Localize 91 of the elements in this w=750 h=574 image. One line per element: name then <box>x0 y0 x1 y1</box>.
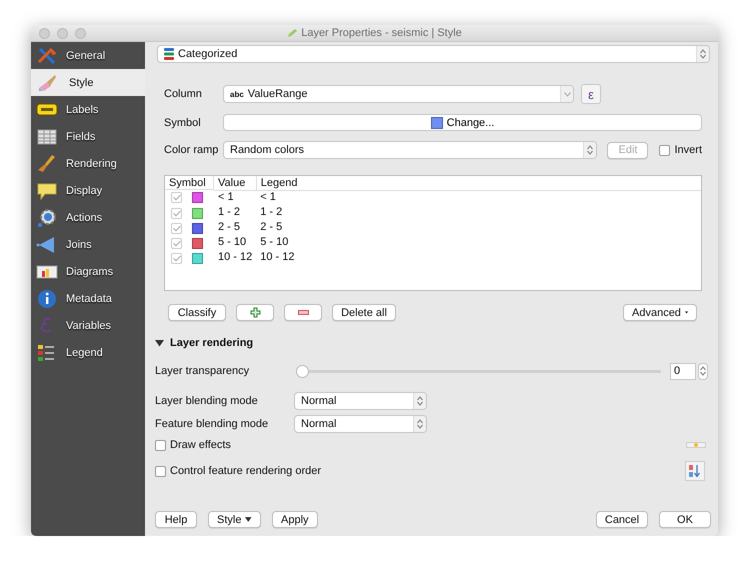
stepper-icon <box>699 48 707 60</box>
table-cell-text: 5 - 10 <box>217 236 248 250</box>
table-cell-text: 10 - 12 <box>259 250 296 264</box>
caret-icon <box>245 517 252 522</box>
expression-button[interactable]: ε <box>581 84 601 104</box>
column-header[interactable]: Value <box>214 176 256 190</box>
field-label: Layer blending mode <box>155 395 259 407</box>
checkbox-label: Invert <box>674 144 702 156</box>
table-cell-text: 5 - 10 <box>259 236 290 250</box>
symbol-change-button[interactable]: Change... <box>223 114 702 131</box>
dialog-button[interactable]: OK <box>659 511 711 528</box>
field-label: Symbol <box>164 116 202 128</box>
section-header[interactable]: Layer rendering <box>155 335 708 350</box>
field-label: Layer transparency <box>155 365 250 377</box>
chevron-down-icon <box>564 92 570 96</box>
blending-mode-dropdown[interactable]: Normal <box>294 415 427 433</box>
table-cell-text: 2 - 5 <box>217 220 242 234</box>
column-header[interactable]: Symbol <box>165 176 214 190</box>
slider-thumb[interactable] <box>296 364 309 378</box>
table-cell-text: 2 - 5 <box>259 220 284 234</box>
stepper-icon <box>586 144 594 156</box>
triangle-down-icon <box>155 338 164 346</box>
checkbox[interactable] <box>659 144 670 156</box>
table-cell-text: 10 - 12 <box>217 250 254 264</box>
stacked-layers-icon <box>164 48 174 60</box>
sidebar-item[interactable]: Display <box>31 177 145 204</box>
sidebar-item[interactable]: Labels <box>31 96 145 123</box>
sort-icon <box>689 465 701 477</box>
paintbrush-icon <box>36 72 58 93</box>
column-header[interactable]: Legend <box>256 176 701 190</box>
classify-button[interactable]: Classify <box>168 304 226 321</box>
stepper-icon <box>416 418 424 430</box>
checkbox[interactable] <box>155 466 166 476</box>
renderer-dropdown[interactable]: Categorized <box>157 45 710 63</box>
sidebar-item[interactable]: Metadata <box>31 285 145 312</box>
effects-button[interactable] <box>686 442 706 448</box>
checkbox[interactable] <box>155 440 166 450</box>
checkbox-label: Control feature rendering order <box>170 465 322 477</box>
sidebar-item[interactable]: Diagrams <box>31 258 145 285</box>
stepper-icon <box>416 395 424 407</box>
close-button[interactable] <box>39 28 50 38</box>
color-ramp-dropdown[interactable]: Random colors <box>223 141 598 159</box>
row-checkbox[interactable] <box>171 252 182 264</box>
remove-button[interactable] <box>284 304 322 321</box>
symbol-swatch <box>430 116 443 128</box>
sidebar-item[interactable]: Legend <box>31 339 145 366</box>
field-label: Column <box>164 88 203 100</box>
sidebar-item[interactable]: Joins <box>31 231 145 258</box>
plus-icon <box>250 307 260 318</box>
field-label: Feature blending mode <box>155 418 270 430</box>
field-type-tag: abc <box>230 90 244 98</box>
stepper-icon <box>699 365 707 377</box>
sidebar-item[interactable]: General <box>31 42 145 69</box>
table-cell: < 1 <box>256 190 701 206</box>
gear-icon <box>36 207 58 228</box>
spin-buttons[interactable] <box>698 362 708 380</box>
sidebar-item[interactable]: Fields <box>31 123 145 150</box>
delete-all-button[interactable]: Delete all <box>332 304 396 321</box>
row-checkbox[interactable] <box>171 238 182 248</box>
table-cell-text: 1 - 2 <box>217 206 242 220</box>
row-checkbox[interactable] <box>171 192 182 203</box>
pencil-icon <box>287 28 298 38</box>
tools-icon <box>36 45 58 66</box>
row-checkbox[interactable] <box>171 208 182 218</box>
dialog-button[interactable]: Apply <box>272 511 318 528</box>
table-cell-text: 1 - 2 <box>259 206 284 220</box>
table-cell: < 1 <box>214 190 256 206</box>
minus-icon <box>298 310 308 315</box>
sort-order-button[interactable] <box>685 461 705 481</box>
sidebar-item[interactable]: Actions <box>31 204 145 231</box>
window-title: Layer Properties - seismic | Style <box>301 27 462 39</box>
paintbrush-icon <box>36 153 58 174</box>
info-icon <box>36 288 58 309</box>
column-dropdown[interactable]: abc ValueRange <box>223 85 574 103</box>
number-field[interactable]: 0 <box>670 362 696 380</box>
blending-mode-dropdown[interactable]: Normal <box>294 392 427 410</box>
minimize-button[interactable] <box>57 28 68 38</box>
row-checkbox[interactable] <box>171 222 182 234</box>
add-button[interactable] <box>236 304 274 321</box>
field-label: Color ramp <box>164 144 220 156</box>
slider-track[interactable] <box>296 364 661 378</box>
dialog-button[interactable]: Help <box>155 511 197 528</box>
menu-button[interactable]: Style <box>208 511 261 528</box>
sidebar-item[interactable]: Style <box>31 69 145 96</box>
dialog-button[interactable]: Cancel <box>596 511 648 528</box>
sidebar-item[interactable]: Variables <box>31 312 145 339</box>
caret-icon <box>684 310 688 315</box>
sidebar-item[interactable]: Rendering <box>31 150 145 177</box>
checkbox-label: Draw effects <box>170 439 231 451</box>
advanced-button[interactable]: Advanced <box>623 304 697 321</box>
zoom-button[interactable] <box>75 28 86 38</box>
